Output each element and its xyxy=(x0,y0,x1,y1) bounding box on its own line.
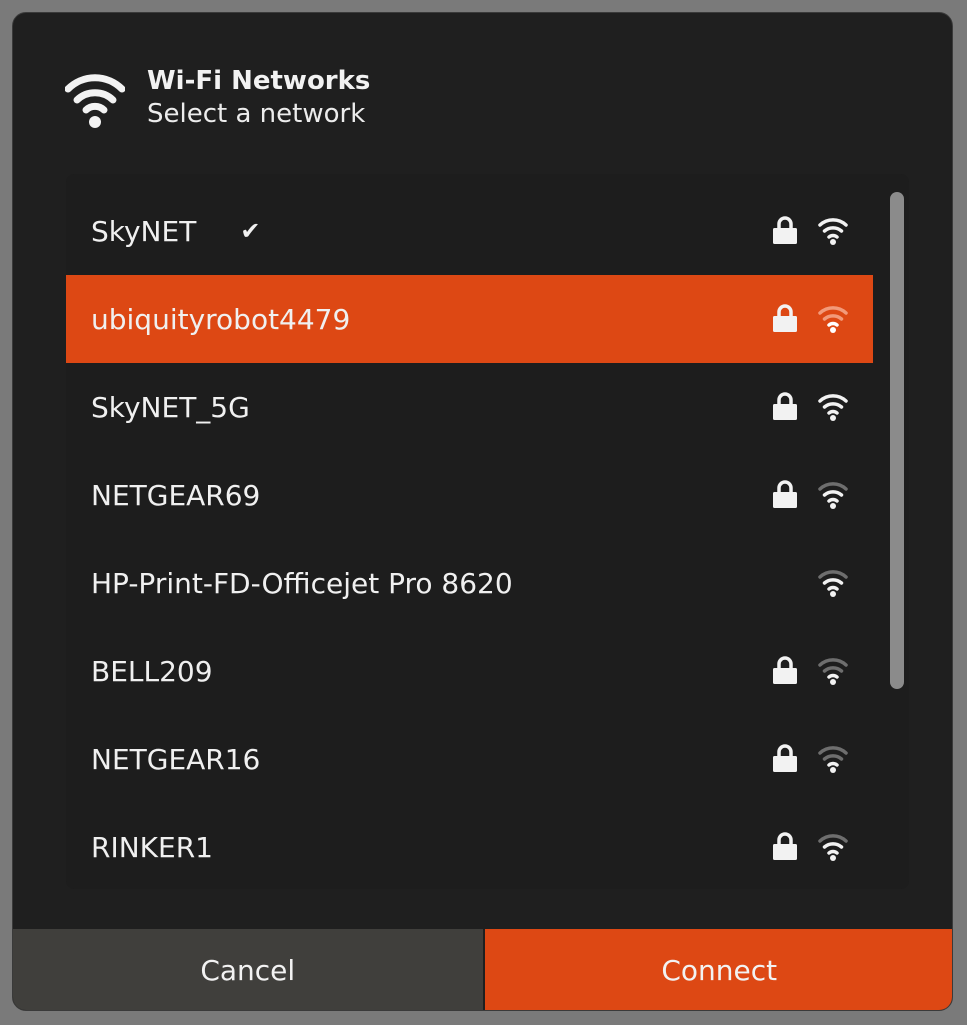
wifi-signal-icon xyxy=(818,482,848,509)
wifi-signal-icon xyxy=(818,834,848,861)
network-row[interactable]: SkyNET ✔ xyxy=(66,187,873,275)
network-name: NETGEAR69 xyxy=(91,478,261,512)
network-row[interactable]: NETGEAR16 xyxy=(66,715,873,803)
network-row[interactable]: RINKER1 xyxy=(66,803,873,889)
dialog-footer: Cancel Connect xyxy=(13,929,952,1010)
connected-check-icon: ✔ xyxy=(240,217,261,245)
network-name: HP-Print-FD-Officejet Pro 8620 xyxy=(91,566,513,600)
network-name: RINKER1 xyxy=(91,830,213,864)
connect-button[interactable]: Connect xyxy=(484,929,952,1010)
network-row[interactable]: SkyNET_5G xyxy=(66,363,873,451)
wifi-dialog: Wi-Fi Networks Select a network SkyNET ✔ u… xyxy=(12,12,953,1011)
wifi-icon xyxy=(65,74,125,128)
lock-icon xyxy=(773,304,797,332)
network-name: NETGEAR16 xyxy=(91,742,261,776)
network-row[interactable]: BELL209 xyxy=(66,627,873,715)
network-list[interactable]: SkyNET ✔ ubiquityrobot4479 SkyNET_5G NETGEAR… xyxy=(66,174,909,889)
lock-icon xyxy=(773,216,797,244)
lock-icon xyxy=(773,656,797,684)
dialog-header: Wi-Fi Networks Select a network xyxy=(65,65,370,131)
network-row[interactable]: HP-Print-FD-Officejet Pro 8620 xyxy=(66,539,873,627)
lock-icon xyxy=(773,480,797,508)
lock-icon xyxy=(773,832,797,860)
network-row[interactable]: NETGEAR69 xyxy=(66,451,873,539)
lock-icon xyxy=(773,744,797,772)
wifi-signal-icon xyxy=(818,394,848,421)
list-scrollbar[interactable] xyxy=(890,192,904,689)
network-name: SkyNET xyxy=(91,214,197,248)
wifi-signal-icon xyxy=(818,658,848,685)
network-row[interactable]: ubiquityrobot4479 xyxy=(66,275,873,363)
network-name: ubiquityrobot4479 xyxy=(91,302,351,336)
wifi-signal-icon xyxy=(818,570,848,597)
lock-icon xyxy=(773,392,797,420)
network-name: SkyNET_5G xyxy=(91,390,250,424)
network-name: BELL209 xyxy=(91,654,213,688)
wifi-signal-icon xyxy=(818,306,848,333)
wifi-signal-icon xyxy=(818,746,848,773)
dialog-title: Wi-Fi Networks xyxy=(147,66,371,96)
wifi-signal-icon xyxy=(818,218,848,245)
cancel-button[interactable]: Cancel xyxy=(13,929,485,1010)
dialog-subtitle: Select a network xyxy=(147,99,366,129)
